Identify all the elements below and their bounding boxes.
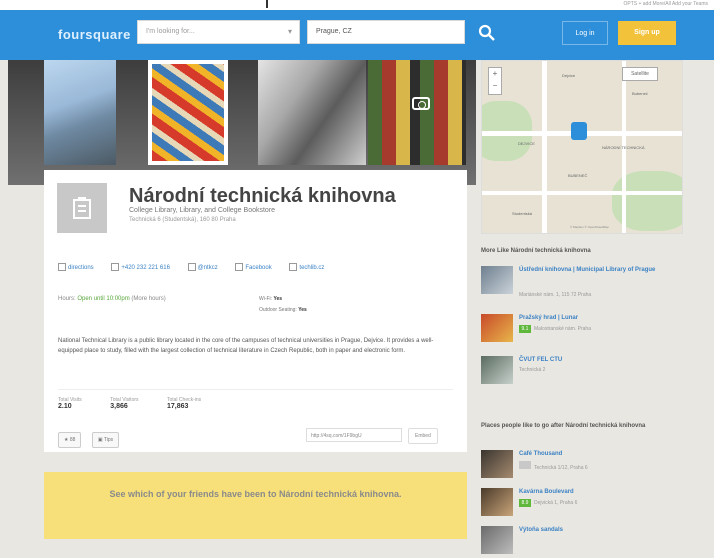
venue-map[interactable]: + − Satellite Dejvice DEJVICE BUBENEČ Bub… — [481, 60, 683, 234]
after-item[interactable]: Výtoňa sandals — [481, 526, 683, 558]
venue-photo[interactable] — [44, 60, 116, 165]
similar-name[interactable]: ČVUT FEL CTU — [519, 356, 679, 364]
score-badge: 8.9 — [519, 499, 531, 507]
after-item[interactable]: Kavárna Boulevard 8.9 Dejvická 1, Praha 6 — [481, 488, 683, 520]
similar-item[interactable]: ČVUT FEL CTU Technická 2 — [481, 356, 683, 388]
map-label: NÁRODNÍ TECHNICKÁ — [602, 145, 645, 150]
venue-title: Národní technická knihovna — [129, 185, 396, 207]
venue-attributes: Wi-Fi: Yes Outdoor Seating: Yes — [259, 296, 307, 313]
map-label: Studentská — [512, 211, 533, 216]
top-note: OPTS + add More/All Add your Teams — [623, 1, 708, 7]
map-copyright: © Mapbox © OpenStreetMap — [570, 225, 609, 229]
friends-banner[interactable]: See which of your friends have been to N… — [44, 472, 467, 539]
after-sub-row: Technická 1/12, Praha 6 — [519, 461, 588, 471]
map-type-button[interactable]: Satellite — [622, 67, 658, 81]
hours-value: Open until 10:00pm — [77, 296, 130, 302]
similar-name[interactable]: Ústřední knihovna | Municipal Library of… — [519, 266, 679, 274]
globe-icon — [289, 263, 298, 271]
stat-total-visitors: Total Visitors 3,866 — [110, 397, 139, 410]
venue-photo[interactable] — [368, 60, 466, 165]
venue-actions: ★ 88 ▣ Tips — [58, 428, 125, 448]
similar-item[interactable]: Ústřední knihovna | Municipal Library of… — [481, 266, 683, 298]
what-search-input[interactable]: I'm looking for... ▾ — [137, 20, 300, 44]
after-name[interactable]: Kavárna Boulevard — [519, 488, 679, 496]
chevron-down-icon[interactable]: ▾ — [288, 27, 292, 36]
map-road — [542, 61, 547, 233]
venue-photo-featured[interactable] — [148, 60, 228, 165]
similar-heading: More Like Národní technická knihovna — [481, 248, 591, 254]
after-thumb[interactable] — [481, 488, 513, 516]
search-button[interactable] — [475, 21, 499, 45]
phone-icon — [111, 263, 120, 271]
search-icon — [478, 24, 495, 41]
library-category-icon — [57, 183, 107, 233]
directions-link[interactable]: directions — [58, 263, 102, 271]
after-sub-row: 8.9 Dejvická 1, Praha 6 — [519, 499, 577, 507]
similar-thumb[interactable] — [481, 266, 513, 294]
venue-pin-icon[interactable] — [571, 122, 587, 140]
similar-thumb[interactable] — [481, 314, 513, 342]
similar-item[interactable]: Pražský hrad | Lunar 9.1 Malostranské nám… — [481, 314, 683, 346]
camera-icon[interactable] — [412, 97, 430, 110]
map-label: DEJVICE — [518, 141, 535, 146]
map-pin-icon — [58, 263, 66, 271]
score-badge: 9.1 — [519, 325, 531, 333]
similar-thumb[interactable] — [481, 356, 513, 384]
similar-name[interactable]: Pražský hrad | Lunar — [519, 314, 679, 322]
map-zoom-control[interactable]: + − — [488, 67, 502, 95]
twitter-link[interactable]: @ntkcz — [187, 263, 226, 271]
venue-description: National Technical Library is a public l… — [58, 338, 434, 354]
map-road — [482, 191, 682, 195]
after-thumb[interactable] — [481, 450, 513, 478]
login-button[interactable]: Log in — [562, 21, 608, 45]
facebook-link[interactable]: Facebook — [235, 263, 279, 271]
stat-total-checkins: Total Check-ins 17,863 — [166, 397, 202, 410]
signup-button[interactable]: Sign up — [618, 21, 676, 45]
map-label: BUBENEČ — [568, 173, 588, 178]
similar-sub: Mariánské nám. 1, 115 72 Praha — [519, 292, 592, 298]
venue-categories[interactable]: College Library, Library, and College Bo… — [129, 207, 275, 214]
similar-sub: Technická 2 — [519, 367, 546, 373]
venue-hours: Hours: Open until 10:00pm (More hours) — [58, 296, 166, 302]
venue-address: Technická 6 (Studentská), 160 80 Praha — [129, 217, 236, 223]
near-location-input[interactable]: Prague, CZ — [307, 20, 465, 44]
twitter-icon — [187, 263, 196, 271]
browser-top-strip: OPTS + add More/All Add your Teams — [0, 0, 714, 10]
map-label: Dejvice — [562, 73, 576, 78]
venue-links: directions +420 232 221 616 @ntkcz Faceb… — [58, 263, 340, 271]
photo-banner — [8, 60, 476, 185]
after-heading: Places people like to go after Národní t… — [481, 423, 646, 429]
what-placeholder: I'm looking for... — [146, 28, 195, 35]
more-hours-link[interactable]: (More hours) — [131, 296, 165, 302]
stat-total-visits: Total Visits 2.10 — [58, 397, 82, 410]
after-item[interactable]: Café Thousand Technická 1/12, Praha 6 — [481, 450, 683, 482]
after-name[interactable]: Café Thousand — [519, 450, 679, 458]
save-button[interactable]: ★ 88 — [58, 432, 82, 448]
embed-button[interactable]: Embed — [408, 428, 438, 444]
venue-photo[interactable] — [258, 60, 366, 165]
wifi-value: Yes — [273, 296, 283, 302]
score-badge — [519, 461, 531, 469]
phone-link[interactable]: +420 232 221 616 — [111, 263, 178, 271]
share-url-field[interactable]: http://4sq.com/1F9bgU — [306, 428, 402, 442]
facebook-icon — [235, 263, 244, 271]
navigation-bar: foursquare I'm looking for... ▾ Prague, … — [0, 10, 714, 60]
after-thumb[interactable] — [481, 526, 513, 554]
text-cursor — [266, 0, 268, 8]
foursquare-logo[interactable]: foursquare — [58, 27, 131, 42]
friends-banner-text: See which of your friends have been to N… — [109, 489, 402, 499]
similar-sub-row: 9.1 Malostranské nám. Praha — [519, 325, 591, 333]
venue-stats: Total Visits 2.10 Total Visitors 3,866 Tot… — [58, 389, 453, 413]
map-label: Bubeneč — [632, 91, 648, 96]
venue-card: Národní technická knihovna College Libra… — [44, 170, 467, 452]
website-link[interactable]: techlib.cz — [289, 263, 332, 271]
tips-button[interactable]: ▣ Tips — [91, 432, 120, 448]
outdoor-value: Yes — [298, 307, 307, 313]
after-name[interactable]: Výtoňa sandals — [519, 526, 679, 534]
